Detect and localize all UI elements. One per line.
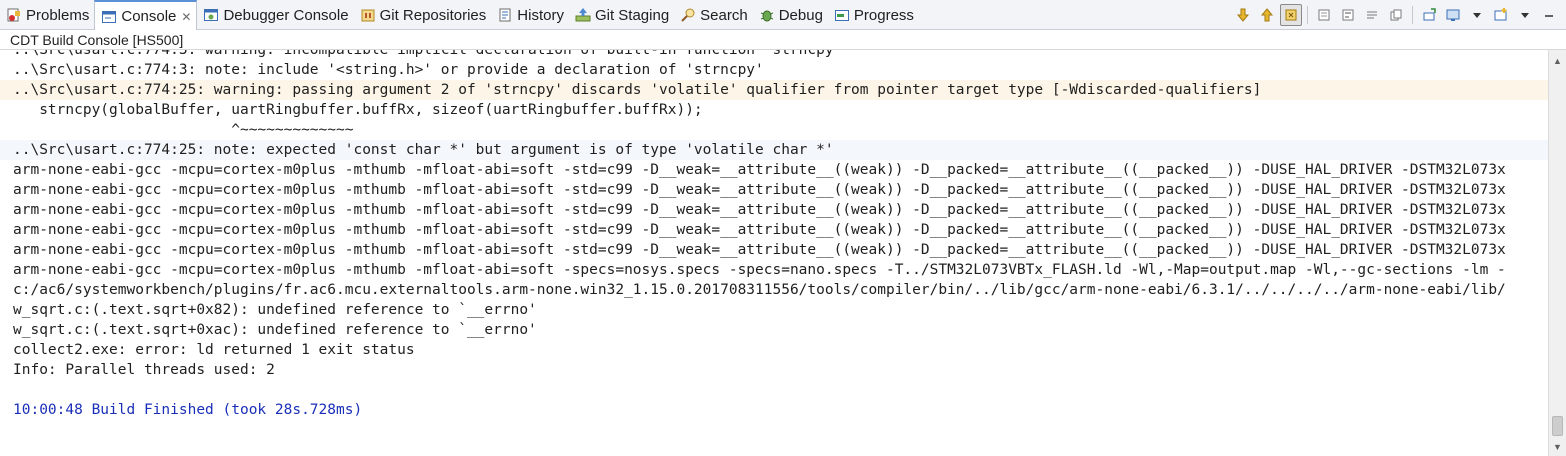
scroll-up-icon[interactable] [1256, 4, 1278, 26]
copy-icon[interactable] [1385, 4, 1407, 26]
console-line: arm-none-eabi-gcc -mcpu=cortex-m0plus -m… [13, 262, 1506, 278]
chevron-down-icon[interactable] [1466, 4, 1488, 26]
tab-label: Git Repositories [379, 6, 487, 24]
build-console-output[interactable]: ..\Src\usart.c:774:3: warning: incompati… [0, 50, 1548, 456]
word-wrap-icon[interactable] [1337, 4, 1359, 26]
console-line: ..\Src\usart.c:774:3: note: include '<st… [13, 62, 764, 78]
tab-label: Console [121, 8, 177, 25]
console-line: arm-none-eabi-gcc -mcpu=cortex-m0plus -m… [13, 182, 1506, 198]
console-title: CDT Build Console [HS500] [0, 30, 1566, 50]
console-line: arm-none-eabi-gcc -mcpu=cortex-m0plus -m… [13, 202, 1506, 218]
open-console-icon[interactable] [1490, 4, 1512, 26]
tab-git-repositories[interactable]: Git Repositories [354, 0, 492, 30]
tab-debug[interactable]: Debug [753, 0, 828, 30]
search-icon [680, 7, 696, 23]
console-line-warning: ..\Src\usart.c:774:25: warning: passing … [0, 80, 1548, 100]
tab-label: Search [700, 6, 748, 24]
scroll-up-arrow-icon[interactable]: ▲ [1549, 54, 1566, 68]
console-line: ^~~~~~~~~~~~~~ [13, 122, 354, 138]
console-line: c:/ac6/systemworkbench/plugins/fr.ac6.mc… [13, 282, 1506, 298]
console-line: ..\Src\usart.c:774:3: warning: incompati… [13, 50, 843, 58]
console-line: strncpy(globalBuffer, uartRingbuffer.buf… [13, 102, 703, 118]
clear-console-icon[interactable] [1313, 4, 1335, 26]
console-line: Info: Parallel threads used: 2 [13, 362, 275, 378]
tab-problems[interactable]: Problems [0, 0, 94, 30]
toolbar-separator [1412, 6, 1413, 24]
toolbar-separator [1307, 6, 1308, 24]
tab-label: Progress [853, 6, 914, 24]
tab-console[interactable]: Console ✕ [94, 0, 198, 31]
tab-debugger-console[interactable]: Debugger Console [197, 0, 353, 30]
scroll-lock-icon[interactable] [1280, 4, 1302, 26]
scrollbar-thumb[interactable] [1552, 416, 1563, 436]
history-icon [497, 7, 513, 23]
tab-label: History [517, 6, 564, 24]
tab-label: Problems [26, 6, 90, 24]
console-line: arm-none-eabi-gcc -mcpu=cortex-m0plus -m… [13, 242, 1506, 258]
tab-git-staging[interactable]: Git Staging [569, 0, 674, 30]
console-line: arm-none-eabi-gcc -mcpu=cortex-m0plus -m… [13, 162, 1506, 178]
pin-console-icon[interactable] [1418, 4, 1440, 26]
console-line: w_sqrt.c:(.text.sqrt+0x82): undefined re… [13, 302, 537, 318]
view-tab-bar: Problems Console ✕ Debugger Console Git … [0, 0, 1566, 31]
git-staging-icon [575, 7, 591, 23]
view-tabs: Problems Console ✕ Debugger Console Git … [0, 0, 919, 31]
display-console-icon[interactable] [1442, 4, 1464, 26]
close-icon[interactable]: ✕ [181, 10, 191, 24]
tab-history[interactable]: History [491, 0, 569, 30]
tab-label: Debugger Console [223, 6, 349, 24]
tab-label: Debug [778, 6, 823, 24]
show-console-on-output-icon[interactable] [1361, 4, 1383, 26]
progress-icon [834, 7, 850, 23]
tab-search[interactable]: Search [674, 0, 753, 30]
console-line: arm-none-eabi-gcc -mcpu=cortex-m0plus -m… [13, 222, 1506, 238]
console-icon [101, 9, 117, 25]
chevron-down-icon[interactable] [1514, 4, 1536, 26]
minimize-icon[interactable] [1538, 4, 1560, 26]
debug-icon [759, 7, 775, 23]
console-lines: ..\Src\usart.c:774:3: warning: incompati… [0, 50, 1548, 420]
console-line: w_sqrt.c:(.text.sqrt+0xac): undefined re… [13, 322, 537, 338]
debugger-console-icon [203, 7, 219, 23]
build-finished-line: 10:00:48 Build Finished (took 28s.728ms) [13, 402, 363, 418]
git-repositories-icon [360, 7, 376, 23]
scroll-down-arrow-icon[interactable]: ▼ [1549, 440, 1566, 454]
vertical-scrollbar[interactable]: ▲ ▼ [1548, 50, 1566, 456]
problems-icon [6, 7, 22, 23]
tab-progress[interactable]: Progress [828, 0, 919, 30]
console-line-error: collect2.exe: error: ld returned 1 exit … [13, 342, 415, 358]
console-line: ..\Src\usart.c:774:25: note: expected 'c… [0, 140, 1548, 160]
console-toolbar [1232, 3, 1560, 27]
tab-label: Git Staging [594, 6, 670, 24]
scroll-down-icon[interactable] [1232, 4, 1254, 26]
